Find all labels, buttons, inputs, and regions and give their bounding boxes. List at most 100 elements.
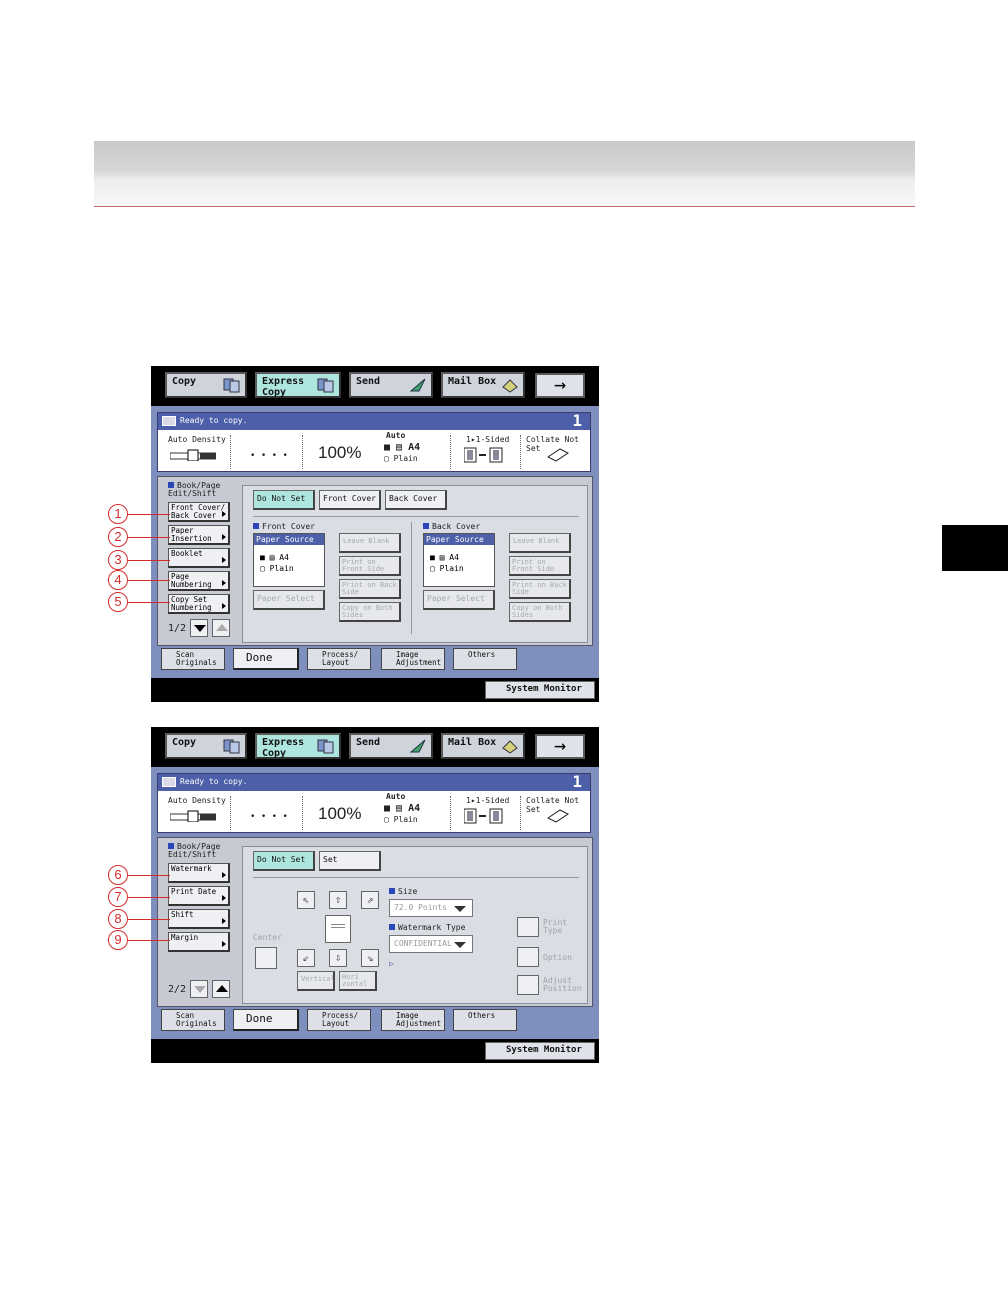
status-header: Ready to copy. 1: [158, 411, 590, 430]
up-right-arrow-icon[interactable]: ⇗: [361, 891, 379, 909]
scan-originals-button[interactable]: Scan Originals: [161, 1009, 225, 1031]
sided-icon: [464, 808, 503, 824]
scroll-down-button[interactable]: [190, 980, 208, 998]
image-adjustment-button[interactable]: Image Adjustment: [381, 1009, 445, 1031]
done-button[interactable]: Done: [233, 1009, 299, 1031]
horizontal-button[interactable]: Hori zontal: [339, 971, 377, 991]
down-arrow-icon[interactable]: ⇩: [329, 949, 347, 967]
front-leave-blank-button[interactable]: Leave Blank: [339, 533, 401, 553]
front-cover-option-button[interactable]: Front Cover: [319, 490, 381, 510]
back-paper-source-box[interactable]: Paper Source ■ ▤ A4 ▢ Plain: [423, 533, 495, 587]
option-label: Option: [543, 953, 572, 962]
callout-5: 5: [108, 592, 128, 612]
booklet-button[interactable]: Booklet: [168, 548, 230, 568]
top-tab-bar: Copy Express Copy Send Mail Box →: [151, 366, 599, 406]
print-date-button[interactable]: Print Date: [168, 886, 230, 906]
do-not-set-button[interactable]: Do Not Set: [253, 851, 315, 871]
back-cover-option-button[interactable]: Back Cover: [385, 490, 447, 510]
back-cover-heading: Back Cover: [423, 522, 480, 531]
front-print-front-side-button[interactable]: Print on Front Side: [339, 556, 401, 576]
tab-copy[interactable]: Copy: [165, 372, 247, 398]
sided-label: 1▸1-Sided: [466, 435, 510, 444]
callout-8: 8: [108, 909, 128, 929]
back-paper-select-button[interactable]: Paper Select: [423, 590, 495, 610]
back-copy-both-sides-button[interactable]: Copy on Both Sides: [509, 602, 571, 622]
panel-title: Book/Page Edit/Shift: [168, 842, 221, 859]
watermark-type-dropdown[interactable]: CONFIDENTIAL: [389, 935, 473, 953]
density-dots: • • • •: [250, 451, 288, 461]
up-left-arrow-icon[interactable]: ⇖: [297, 891, 315, 909]
others-button[interactable]: Others: [453, 648, 517, 670]
scroll-up-button[interactable]: [212, 980, 230, 998]
page-numbering-button[interactable]: Page Numbering: [168, 571, 230, 591]
process-layout-button[interactable]: Process/ Layout: [307, 1009, 371, 1031]
print-type-label: Print Type: [543, 918, 568, 935]
back-print-back-side-button[interactable]: Print on Back Side: [509, 579, 571, 599]
mailbox-icon: [502, 740, 518, 754]
paper-auto-label: Auto: [386, 431, 406, 440]
next-tab-arrow-button[interactable]: →: [535, 373, 585, 398]
printer-icon: [162, 416, 176, 426]
tab-express-copy[interactable]: Express Copy: [255, 372, 341, 398]
done-button[interactable]: Done: [233, 648, 299, 670]
zoom-ratio: 100%: [318, 804, 362, 823]
callout-1: 1: [108, 504, 128, 524]
shift-button[interactable]: Shift: [168, 909, 230, 929]
front-back-cover-button[interactable]: Front Cover/ Back Cover: [168, 502, 230, 522]
tab-copy[interactable]: Copy: [165, 733, 247, 759]
paper-size: ■ ▤ A4: [384, 442, 421, 453]
scan-originals-button[interactable]: Scan Originals: [161, 648, 225, 670]
set-button[interactable]: Set: [319, 851, 381, 871]
front-print-back-side-button[interactable]: Print on Back Side: [339, 579, 401, 599]
adjust-position-button[interactable]: [517, 975, 539, 995]
send-icon: [409, 739, 426, 753]
front-copy-both-sides-button[interactable]: Copy on Both Sides: [339, 602, 401, 622]
tab-send[interactable]: Send: [349, 372, 433, 398]
others-button[interactable]: Others: [453, 1009, 517, 1031]
option-button[interactable]: [517, 947, 539, 967]
margin-button[interactable]: Margin: [168, 932, 230, 952]
image-adjustment-button[interactable]: Image Adjustment: [381, 648, 445, 670]
copy-set-numbering-button[interactable]: Copy Set Numbering: [168, 594, 230, 614]
copy-count: 1: [572, 411, 582, 430]
system-monitor-button[interactable]: System Monitor: [485, 1042, 595, 1060]
chapter-header-band: [94, 141, 915, 207]
top-tab-bar: Copy Express Copy Send Mail Box →: [151, 727, 599, 767]
watermark-button[interactable]: Watermark: [168, 863, 230, 883]
front-paper-source-box[interactable]: Paper Source ■ ▤ A4 ▢ Plain: [253, 533, 325, 587]
back-leave-blank-button[interactable]: Leave Blank: [509, 533, 571, 553]
mailbox-icon: [502, 379, 518, 393]
front-paper-select-button[interactable]: Paper Select: [253, 590, 325, 610]
print-type-button[interactable]: [517, 917, 539, 937]
paper-insertion-button[interactable]: Paper Insertion: [168, 525, 230, 545]
back-print-front-side-button[interactable]: Print on Front Side: [509, 556, 571, 576]
scroll-down-button[interactable]: [190, 619, 208, 637]
express-copy-icon: [317, 378, 334, 393]
density-label: Auto Density: [168, 796, 226, 805]
status-area: Ready to copy. 1 Auto Density • • • • 10…: [157, 772, 591, 833]
down-left-arrow-icon[interactable]: ⇙: [297, 949, 315, 967]
tab-mail-box[interactable]: Mail Box: [441, 372, 525, 398]
size-dropdown[interactable]: 72.0 Points: [389, 899, 473, 917]
scroll-up-button[interactable]: [212, 619, 230, 637]
callout-2: 2: [108, 527, 128, 547]
density-gauge-icon: [170, 810, 216, 822]
bottom-function-bar: Scan Originals Done Process/ Layout Imag…: [157, 1009, 593, 1033]
density-label: Auto Density: [168, 435, 226, 444]
tab-express-copy[interactable]: Express Copy: [255, 733, 341, 759]
down-right-arrow-icon[interactable]: ⇘: [361, 949, 379, 967]
paper-auto-label: Auto: [386, 792, 406, 801]
chapter-side-tab: [942, 525, 1008, 571]
do-not-set-button[interactable]: Do Not Set: [253, 490, 315, 510]
cover-settings-group: Do Not Set Front Cover Back Cover Front …: [242, 485, 588, 643]
tab-mail-box[interactable]: Mail Box: [441, 733, 525, 759]
vertical-button[interactable]: Vertical: [297, 971, 335, 991]
up-arrow-icon[interactable]: ⇧: [329, 891, 347, 909]
process-layout-button[interactable]: Process/ Layout: [307, 648, 371, 670]
next-tab-arrow-button[interactable]: →: [535, 734, 585, 759]
system-monitor-button[interactable]: System Monitor: [485, 681, 595, 699]
center-position-button[interactable]: [255, 947, 277, 969]
panel-title: Book/Page Edit/Shift: [168, 481, 221, 498]
tab-send[interactable]: Send: [349, 733, 433, 759]
printer-icon: [162, 777, 176, 787]
